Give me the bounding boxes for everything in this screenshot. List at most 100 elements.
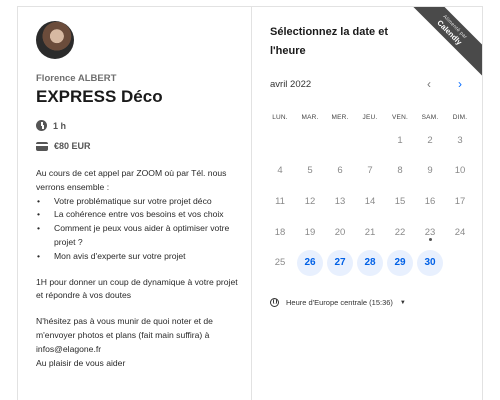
date-number: 11 <box>275 195 285 207</box>
description-bullet: Comment je peux vous aider à optimiser v… <box>36 222 244 250</box>
date-number: 2 <box>427 134 433 146</box>
calendar-blank <box>295 125 325 156</box>
date-number: 26 <box>297 249 323 276</box>
date-number: 27 <box>327 249 353 276</box>
event-details-panel: Florence ALBERT EXPRESS Déco 1 h €80 EUR… <box>18 7 251 400</box>
calendar-date: 14 <box>355 186 385 217</box>
date-number: 12 <box>304 195 316 207</box>
calendar-date: 18 <box>265 217 295 248</box>
date-number: 24 <box>454 226 466 238</box>
available-date-button[interactable]: 27 <box>325 247 355 278</box>
calendar-blank <box>325 125 355 156</box>
date-number: 1 <box>397 134 403 146</box>
calendar-date: 22 <box>385 217 415 248</box>
calendar-date: 4 <box>265 156 295 187</box>
date-number: 9 <box>427 165 433 177</box>
date-number: 21 <box>364 226 376 238</box>
date-number: 29 <box>387 249 413 276</box>
date-number: 10 <box>454 165 466 177</box>
calendar-date: 17 <box>445 186 475 217</box>
calendar-date: 23 <box>415 217 445 248</box>
description-paragraph: Au plaisir de vous aider <box>36 357 126 368</box>
date-number: 7 <box>367 165 373 177</box>
date-number: 13 <box>334 195 346 207</box>
duration-label: 1 h <box>53 120 67 131</box>
clock-icon <box>36 120 47 131</box>
weekday-label: DIM. <box>452 114 468 121</box>
calendar-date: 1 <box>385 125 415 156</box>
price-label: €80 EUR <box>54 141 91 151</box>
calendar-blank <box>265 125 295 156</box>
date-number: 5 <box>307 165 313 177</box>
description-bullet: La cohérence entre vos besoins et vos ch… <box>36 208 244 222</box>
weekday-label: JEU. <box>362 114 378 121</box>
previous-month-button[interactable]: ‹ <box>422 77 436 91</box>
calendar-date: 8 <box>385 156 415 187</box>
weekday-label: VEN. <box>392 114 408 121</box>
calendar-date: 15 <box>385 186 415 217</box>
calendar-date: 2 <box>415 125 445 156</box>
calendar-date: 21 <box>355 217 385 248</box>
weekday-label: MAR. <box>301 114 319 121</box>
event-description: Au cours de cet appel par ZOOM où par Té… <box>36 167 244 370</box>
event-price: €80 EUR <box>36 141 91 151</box>
description-bullet: Mon avis d'experte sur votre projet <box>36 250 244 264</box>
timezone-label: Heure d'Europe centrale (15:36) <box>286 298 393 307</box>
month-label: avril 2022 <box>270 79 312 90</box>
timezone-selector[interactable]: Heure d'Europe centrale (15:36) ▼ <box>270 298 406 307</box>
calendar-date: 16 <box>415 186 445 217</box>
date-number: 4 <box>277 165 283 177</box>
description-bullet: Votre problématique sur votre projet déc… <box>36 195 244 209</box>
weekday-header: LUN. MAR. MER. JEU. VEN. SAM. DIM. <box>265 114 475 121</box>
weekday-label: SAM. <box>421 114 439 121</box>
calendar-date: 9 <box>415 156 445 187</box>
weekday-label: LUN. <box>272 114 288 121</box>
event-duration: 1 h <box>36 120 66 131</box>
calendar-panel: Sélectionnez la date et l'heure avril 20… <box>252 7 482 400</box>
calendar-date: 5 <box>295 156 325 187</box>
calendar-grid: 1 2 3 4 5 6 7 8 9 10 11 12 13 14 15 16 17 18 19 20 21 22 23 24 2… <box>265 125 475 278</box>
available-date-button[interactable]: 30 <box>415 247 445 278</box>
calendar-date: 25 <box>265 247 295 278</box>
calendar-date: 24 <box>445 217 475 248</box>
calendar-date: 13 <box>325 186 355 217</box>
calendar-date: 20 <box>325 217 355 248</box>
date-number: 18 <box>274 226 286 238</box>
available-date-button[interactable]: 26 <box>295 247 325 278</box>
credit-card-icon <box>36 141 48 151</box>
date-number: 20 <box>334 226 346 238</box>
date-number: 16 <box>424 195 436 207</box>
host-avatar <box>36 21 74 59</box>
date-number: 30 <box>417 249 443 276</box>
event-title: EXPRESS Déco <box>36 87 163 106</box>
date-number: 8 <box>397 165 403 177</box>
calendar-date: 3 <box>445 125 475 156</box>
available-date-button[interactable]: 29 <box>385 247 415 278</box>
caret-down-icon: ▼ <box>399 299 406 306</box>
date-number: 22 <box>394 226 406 238</box>
date-number: 3 <box>457 134 463 146</box>
globe-icon <box>270 298 279 307</box>
calendar-heading: Sélectionnez la date et l'heure <box>270 26 388 57</box>
calendar-date: 6 <box>325 156 355 187</box>
description-paragraph: 1H pour donner un coup de dynamique à vo… <box>36 276 238 301</box>
calendar-date: 11 <box>265 186 295 217</box>
date-number: 25 <box>274 257 286 269</box>
date-number: 17 <box>454 195 466 207</box>
date-number: 23 <box>424 226 436 238</box>
available-date-button[interactable]: 28 <box>355 247 385 278</box>
calendar-date: 19 <box>295 217 325 248</box>
next-month-button[interactable]: › <box>453 77 467 91</box>
description-bullets: Votre problématique sur votre projet déc… <box>36 195 244 264</box>
calendar-blank <box>355 125 385 156</box>
calendar-date: 7 <box>355 156 385 187</box>
weekday-label: MER. <box>331 114 349 121</box>
date-number: 28 <box>357 249 383 276</box>
date-number: 19 <box>304 226 316 238</box>
date-number: 15 <box>394 195 406 207</box>
calendar-date: 10 <box>445 156 475 187</box>
description-paragraph: N'hésitez pas à vous munir de quoi noter… <box>36 316 213 354</box>
description-intro: Au cours de cet appel par ZOOM où par Té… <box>36 168 227 192</box>
date-number: 14 <box>364 195 376 207</box>
date-number: 6 <box>337 165 343 177</box>
